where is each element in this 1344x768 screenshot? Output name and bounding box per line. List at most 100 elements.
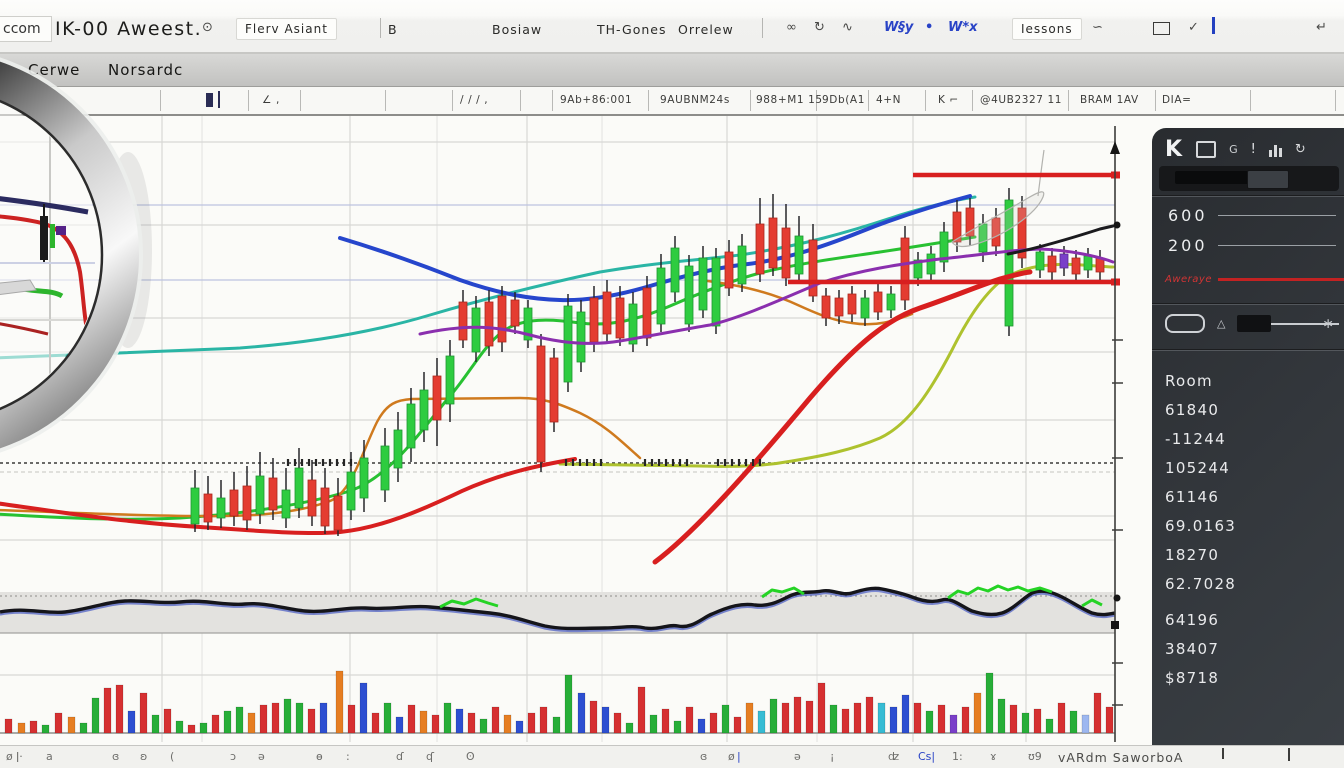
pen-icon[interactable]: W§y	[884, 20, 913, 35]
symbol-g[interactable]: @4UB2327 11	[980, 94, 1062, 106]
candlestick	[347, 472, 355, 510]
status-icon[interactable]: ə	[258, 750, 265, 763]
status-icon[interactable]: ɤ	[990, 750, 997, 763]
clock-icon[interactable]: ⊙	[202, 20, 213, 35]
menu-item-orrelew[interactable]: Orrelew	[678, 22, 734, 37]
candlestick	[738, 246, 746, 284]
symbol-h[interactable]: BRAM 1AV	[1080, 94, 1139, 106]
redo-icon[interactable]: ↻	[814, 20, 825, 35]
lasso-icon[interactable]: ∽	[1092, 20, 1103, 35]
candlestick	[407, 404, 415, 448]
status-icon[interactable]: ʚ	[140, 750, 147, 763]
preview-thumbnail[interactable]	[1237, 315, 1271, 332]
status-icon[interactable]: ɞ	[700, 750, 707, 763]
check-icon[interactable]: ✓	[1188, 20, 1199, 35]
menu-item-th-gones[interactable]: TH-Gones	[597, 22, 666, 37]
trend-icon[interactable]: ∿	[842, 20, 853, 35]
status-icon[interactable]: a	[46, 750, 53, 763]
status-icon[interactable]: ¡	[830, 750, 834, 763]
tool-trendline[interactable]: ∠ ,	[262, 94, 280, 106]
status-icon[interactable]: 1:	[952, 750, 963, 763]
symbol-i[interactable]: DIA=	[1162, 94, 1192, 106]
square-icon[interactable]	[1196, 141, 1216, 158]
menu-item-iessons[interactable]: Iessons	[1012, 18, 1082, 40]
pill-button[interactable]	[1165, 314, 1205, 333]
status-text: vARdm SaworboA	[1058, 750, 1183, 765]
volume-bar	[384, 703, 391, 733]
menu-item-b[interactable]: B	[388, 22, 398, 37]
chart-toolbar: ∠ , / / / , 9Ab+86:001 9AUBNM24s 988+M1 159D…	[0, 87, 1344, 116]
menu-item-flerv-asiant[interactable]: Flerv Asiant	[236, 18, 337, 40]
volume-bar	[284, 699, 291, 733]
refresh-icon[interactable]: ↻	[1295, 142, 1306, 157]
value-list: Room61840-112441052446114669.01631827062…	[1152, 372, 1344, 698]
volume-bar	[200, 723, 207, 733]
candlestick	[887, 294, 895, 310]
return-icon[interactable]: ↵	[1316, 20, 1327, 35]
volume-bar	[866, 697, 873, 733]
volume-bar	[902, 695, 909, 733]
value-row: 105244	[1152, 459, 1344, 488]
symbol-e[interactable]: 4+N	[876, 94, 901, 106]
value-row: -11244	[1152, 430, 1344, 459]
candlestick	[295, 468, 303, 508]
symbol-c[interactable]: 988+M1 15	[756, 94, 823, 106]
workspace-chip[interactable]: ccom	[0, 16, 52, 42]
bar-chart-icon[interactable]	[1269, 143, 1282, 157]
status-icon[interactable]: ʣ	[888, 750, 899, 763]
candlestick	[191, 488, 199, 524]
toolbar-separator	[648, 90, 649, 111]
average-label: Aweraye	[1165, 274, 1212, 285]
volume-bar	[42, 725, 49, 733]
status-icon[interactable]: ɗ	[396, 750, 404, 763]
status-icon[interactable]: ɞ	[112, 750, 119, 763]
volume-bar	[296, 703, 303, 733]
rectangle-tool-icon[interactable]	[1153, 22, 1170, 35]
symbol-d[interactable]: 9Db(A1	[822, 94, 865, 106]
status-icon[interactable]: ʊ9	[1028, 750, 1042, 763]
status-icon[interactable]: :	[346, 750, 350, 763]
status-icon[interactable]: (	[170, 750, 174, 763]
infinity-icon[interactable]: ∞	[786, 20, 797, 35]
slider-handle[interactable]	[1247, 170, 1289, 189]
exclaim-icon[interactable]: !	[1251, 142, 1256, 157]
candlestick	[230, 490, 238, 516]
volume-bar	[212, 715, 219, 733]
dot-marker[interactable]: •	[925, 20, 933, 35]
candlestick	[511, 300, 519, 326]
candlestick-style-icon[interactable]	[218, 91, 220, 108]
status-icon[interactable]: ʠ	[426, 750, 434, 763]
candlestick	[360, 458, 368, 498]
tool-channels[interactable]: / / / ,	[460, 94, 488, 106]
tab-norsardc[interactable]: Norsardc	[108, 61, 183, 79]
status-icon[interactable]: ø	[728, 750, 735, 763]
volume-bar	[480, 719, 487, 733]
status-icon[interactable]: ɔ	[230, 750, 236, 763]
tab-cerwe[interactable]: Cerwe	[28, 61, 80, 79]
symbol-b[interactable]: 9AUBNM24s	[660, 94, 730, 106]
volume-bar	[336, 671, 343, 733]
status-icon[interactable]: Cs|	[918, 750, 935, 763]
candlestick-style-icon[interactable]	[206, 93, 213, 107]
pencil-icon[interactable]: △	[1217, 317, 1225, 330]
candlestick	[795, 236, 803, 274]
symbol-a[interactable]: 9Ab+86:001	[560, 94, 632, 106]
volume-bar	[92, 698, 99, 733]
status-icon[interactable]: ǀ·	[16, 750, 23, 763]
pen2-icon[interactable]: W*x	[948, 20, 978, 35]
status-icon[interactable]: |	[737, 750, 741, 763]
volume-bar	[5, 719, 12, 733]
status-icon[interactable]: ɵ	[316, 750, 323, 763]
volume-bar	[854, 703, 861, 733]
menu-item-bosiaw[interactable]: Bosiaw	[492, 22, 542, 37]
status-icon[interactable]: ø	[6, 750, 13, 763]
candlestick	[472, 308, 480, 352]
volume-bar	[974, 693, 981, 733]
volume-bar	[962, 707, 969, 733]
range-slider[interactable]	[1159, 166, 1339, 191]
volume-bar	[104, 688, 111, 733]
status-icon[interactable]: ʘ	[466, 750, 475, 763]
g-icon[interactable]: G	[1229, 143, 1238, 156]
status-icon[interactable]: ǝ	[794, 750, 801, 763]
symbol-f[interactable]: K ⌐	[938, 94, 959, 106]
